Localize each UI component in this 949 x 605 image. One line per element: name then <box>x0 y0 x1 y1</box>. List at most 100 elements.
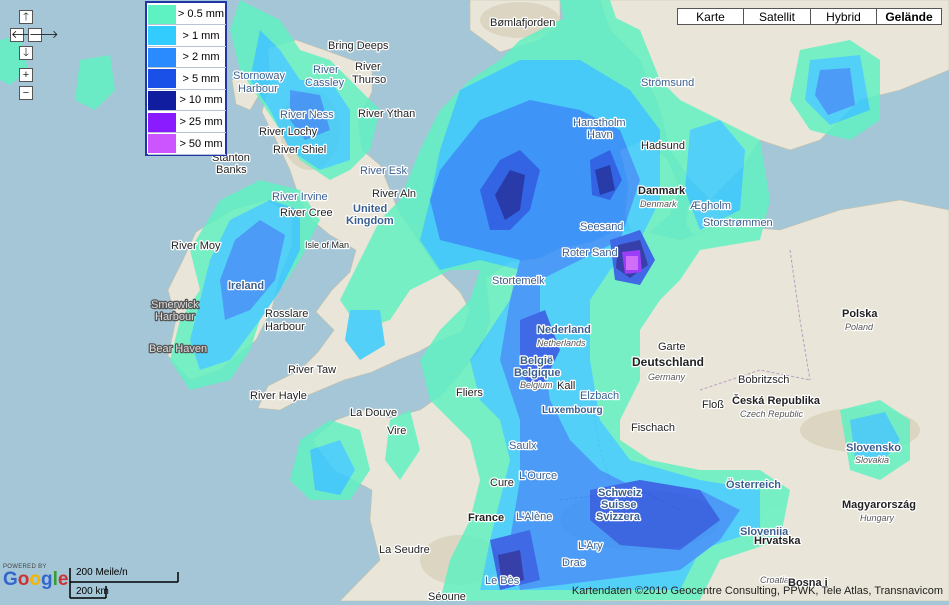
legend-row: > 2 mm <box>148 47 226 69</box>
precipitation-legend: > 0.5 mm > 1 mm > 2 mm > 5 mm > 10 mm > 25 mm… <box>145 1 227 156</box>
label-belgique: Belgique <box>514 367 560 379</box>
precip-cell <box>626 256 638 270</box>
label-river-moy: River Moy <box>171 240 221 252</box>
label-croatia: Croatia <box>760 575 789 585</box>
label-belgium: Belgium <box>520 380 553 390</box>
label-drac: Drac <box>562 557 586 569</box>
label-czech: Czech Republic <box>740 409 804 419</box>
label-hanstholm-2: Havn <box>587 129 613 141</box>
legend-label: > 25 mm <box>179 116 223 128</box>
label-cure: Cure <box>490 477 514 489</box>
label-slovakia: Slovakia <box>855 455 889 465</box>
label-suisse: Suisse <box>601 499 636 511</box>
label-river-taw: River Taw <box>288 364 336 376</box>
label-lalene: L'Alène <box>516 511 552 523</box>
google-wordmark: Google <box>3 569 69 590</box>
legend-label: > 2 mm <box>182 51 220 64</box>
label-france: France <box>468 512 504 524</box>
pan-right-button[interactable]: 🡒 <box>28 28 59 42</box>
legend-label: > 5 mm <box>182 72 220 85</box>
pan-left-button[interactable]: 🡐 <box>10 28 41 42</box>
label-polska: Polska <box>842 308 878 320</box>
label-vire: Vire <box>387 425 406 437</box>
legend-swatch <box>148 90 176 110</box>
label-river-cree: River Cree <box>280 207 333 219</box>
label-stanton-2: Banks <box>216 164 247 176</box>
label-hrvatska: Hrvatska <box>754 535 801 547</box>
map-attribution: Kartendaten ©2010 Geocentre Consulting, … <box>571 585 943 597</box>
label-river-ness: River Ness <box>280 109 334 121</box>
label-denmark: Denmark <box>640 199 677 209</box>
label-nederland: Nederland <box>537 324 591 336</box>
legend-row: > 25 mm <box>148 112 226 133</box>
label-stromsund: Strömsund <box>641 77 694 89</box>
label-belgie: België <box>520 355 553 367</box>
legend-row: > 50 mm <box>148 134 226 155</box>
label-deutschland: Deutschland <box>632 355 704 369</box>
label-aegholm: Ægholm <box>690 200 731 212</box>
label-seoune: Séoune <box>428 591 466 601</box>
label-germany: Germany <box>648 372 686 382</box>
label-la-seudre: La Seudre <box>379 544 430 556</box>
label-bring-deeps: Bring Deeps <box>328 40 389 52</box>
zoom-out-button[interactable]: − <box>19 86 33 100</box>
label-river-hayle: River Hayle <box>250 390 307 402</box>
pan-up-button[interactable]: 🡑 <box>19 10 33 24</box>
label-storstrommen: Storstrømmen <box>703 217 773 229</box>
legend-swatch <box>148 112 176 132</box>
label-fischach: Fischach <box>631 422 675 434</box>
label-lary: L'Ary <box>578 540 603 552</box>
label-stortemelk: Stortemelk <box>492 275 545 287</box>
label-smerwick: Smerwick <box>151 299 199 311</box>
map-type-hybrid-button[interactable]: Hybrid <box>810 8 877 25</box>
legend-row: > 1 mm <box>148 26 226 47</box>
label-hanstholm: Hanstholm <box>573 117 626 129</box>
scale-bar: 200 Meile/n 200 km <box>68 566 180 600</box>
label-svizzera: Svizzera <box>596 511 641 523</box>
label-rosslare: Rosslare <box>265 308 308 320</box>
zoom-in-button[interactable]: + <box>19 68 33 82</box>
label-river-cassley: River <box>313 64 339 76</box>
label-united-kingdom: United <box>353 203 387 215</box>
label-slovensko: Slovensko <box>846 442 901 454</box>
label-luxembourg: Luxembourg <box>542 405 603 416</box>
precip-level-50 <box>626 256 638 270</box>
precipitation-map[interactable]: Bømlafjorden Bring Deeps River Cassley R… <box>0 0 949 601</box>
label-magyarorszag: Magyarország <box>842 499 916 511</box>
pan-down-button[interactable]: 🡓 <box>19 46 33 60</box>
legend-row: > 10 mm <box>148 90 226 112</box>
label-roter-sand: Roter Sand <box>562 247 618 259</box>
map-type-gelande-button[interactable]: Gelände <box>876 8 942 25</box>
label-river-esk: River Esk <box>360 165 408 177</box>
label-united-kingdom-2: Kingdom <box>346 215 394 227</box>
legend-label: > 10 mm <box>179 94 223 107</box>
map-type-control: Karte Satellit Hybrid Gelände <box>677 8 942 25</box>
label-ireland: Ireland <box>228 280 264 292</box>
label-poland: Poland <box>845 322 874 332</box>
label-garte: Garte <box>658 341 686 353</box>
label-cesko: Česká Republika <box>732 394 821 407</box>
label-fliers: Fliers <box>456 387 483 399</box>
legend-label: > 0.5 mm <box>177 8 225 20</box>
label-osterreich: Österreich <box>726 478 781 491</box>
legend-swatch <box>148 134 176 154</box>
label-stornoway: Stornoway <box>233 70 285 82</box>
label-danmark: Danmark <box>638 185 686 197</box>
map-type-satellit-button[interactable]: Satellit <box>743 8 811 25</box>
label-river-aln: River Aln <box>372 188 416 200</box>
legend-swatch <box>148 47 176 67</box>
label-seesand: Seesand <box>580 221 623 233</box>
legend-swatch <box>148 69 176 89</box>
label-elzbach: Elzbach <box>580 390 619 402</box>
label-river-shiel: River Shiel <box>273 144 326 156</box>
label-schweiz: Schweiz <box>598 487 642 499</box>
label-bear-haven: Bear Haven <box>149 343 207 355</box>
label-hungary: Hungary <box>860 513 895 523</box>
map-type-karte-button[interactable]: Karte <box>677 8 744 25</box>
legend-label: > 50 mm <box>179 137 223 150</box>
label-kall: Kall <box>557 380 575 392</box>
label-netherlands: Netherlands <box>537 338 586 348</box>
google-logo[interactable]: POWERED BY Google <box>3 564 68 590</box>
label-saulx: Saulx <box>509 440 537 452</box>
label-la-douve: La Douve <box>350 407 397 419</box>
